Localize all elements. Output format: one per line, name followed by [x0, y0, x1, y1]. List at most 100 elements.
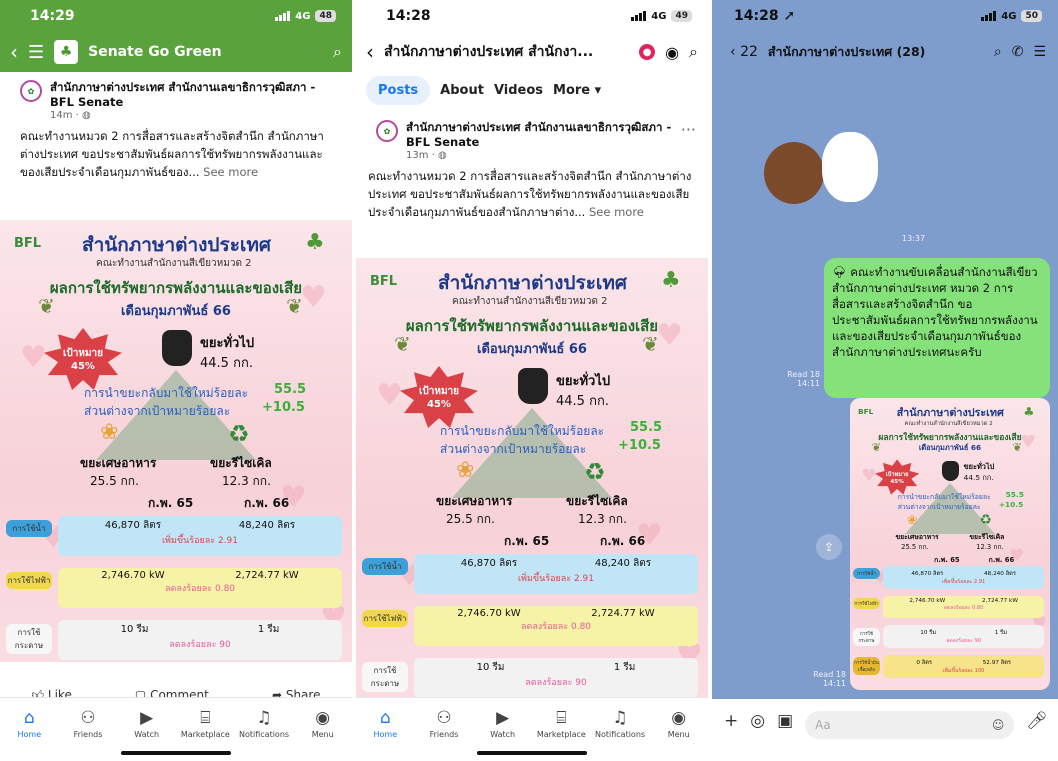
tab-marketplace[interactable]: ⌸ Marketplace	[532, 709, 591, 739]
more-options-icon[interactable]: ···	[681, 120, 696, 161]
microphone-icon[interactable]: 🎤︎	[1026, 711, 1048, 731]
tab-notifications[interactable]: ♫ Notifications	[591, 709, 650, 739]
resource-values: 46,870 ลิตร 48,240 ลิตร	[66, 518, 334, 533]
target-value: 45%	[427, 399, 451, 410]
column-feb-66: ก.พ. 66	[988, 555, 1015, 564]
tab-notifications[interactable]: ♫ Notifications	[235, 709, 294, 739]
poster-subtitle: คณะทำงานสำนักงานสีเขียวหมวด 2	[904, 421, 993, 428]
menu-icon[interactable]: ☰	[1033, 44, 1046, 60]
brown-bear-sticker	[764, 142, 824, 204]
see-more-link[interactable]: See more	[589, 205, 644, 219]
change-note: เพิ่มขึ้นร้อยละ 2.91	[161, 536, 238, 546]
food-waste-value: 25.5 กก.	[90, 474, 139, 488]
tab-friends[interactable]: ⚇ Friends	[59, 709, 118, 739]
page-title: สำนักภาษาต่างประเทศ สำนักงา...	[384, 44, 594, 60]
camera-icon[interactable]: ◎	[750, 711, 765, 731]
post-author[interactable]: สำนักภาษาต่างประเทศ สำนักงานเลขาธิการวุฒ…	[50, 80, 340, 110]
page-tab-3[interactable]: More ▾	[553, 83, 601, 98]
tab-label: Marketplace	[180, 730, 230, 739]
bottom-tab-bar: ⌂ Home ⚇ Friends ▶ Watch ⌸ Marketplace ♫ Notifica…	[0, 697, 352, 743]
tab-watch[interactable]: ▶ Watch	[117, 709, 176, 739]
group-avatar[interactable]: ♣	[54, 40, 79, 64]
value-2023: 48,240 ลิตร	[238, 520, 296, 531]
group-name[interactable]: Senate Go Green	[88, 44, 323, 60]
back-button[interactable]: ‹ 22	[730, 44, 758, 60]
search-icon[interactable]: ⌕	[689, 42, 698, 62]
notification-badge[interactable]: ●	[639, 44, 656, 60]
tab-home[interactable]: ⌂ Home	[356, 709, 415, 739]
menu-icon[interactable]: ☰	[28, 42, 44, 63]
image-icon[interactable]: ▣	[777, 711, 793, 731]
tab-menu[interactable]: ◉ Menu	[293, 709, 352, 739]
see-more-link[interactable]: See more	[203, 165, 258, 179]
resource-tag-label: การใช้น้ำมันเชื้อเพลิง	[854, 661, 879, 674]
messenger-icon[interactable]: ◉	[665, 43, 679, 62]
tab-watch[interactable]: ▶ Watch	[473, 709, 532, 739]
post-time: 14m · ◍	[50, 110, 91, 121]
chat-message-text: คณะทำงานขับเคลื่อนสำนักงานสีเขียว สำนักภ…	[832, 265, 1038, 359]
resource-values: 10 รีม 1 รีม	[891, 627, 1036, 637]
value-2023: 1 รีม	[613, 662, 636, 673]
target-label: เป้าหมาย	[885, 471, 909, 478]
food-waste-value: 25.5 กก.	[446, 512, 495, 526]
resource-tag-label: การใช้ไฟฟ้า	[7, 576, 51, 585]
status-bar: 14:28 4G 49	[356, 0, 708, 32]
sticker-message[interactable]	[764, 124, 894, 224]
share-icon[interactable]: ⇪	[816, 534, 842, 560]
battery: 49	[671, 10, 692, 22]
infographic-image[interactable]: ♥♥♥♥♥♥BFL♣สำนักภาษาต่างประเทศคณะทำงานสำน…	[356, 258, 708, 698]
cony-bunny-sticker	[822, 132, 878, 202]
resource-values: 46,870 ลิตร 48,240 ลิตร	[891, 568, 1036, 578]
page-tab-1[interactable]: About	[440, 83, 484, 98]
heart-decoration: ♥	[376, 378, 403, 413]
search-icon[interactable]: ⌕	[994, 44, 1002, 60]
resource-tag: การใช้กระดาษ	[853, 627, 880, 646]
back-icon[interactable]: ‹	[10, 40, 18, 64]
page-tab-2[interactable]: Videos	[494, 83, 543, 98]
watch-icon: ▶	[140, 708, 154, 728]
resource-values: 0 ลิตร 52.97 ลิตร	[891, 657, 1036, 667]
tab-friends[interactable]: ⚇ Friends	[415, 709, 474, 739]
phone-icon[interactable]: ✆	[1012, 44, 1024, 60]
target-text: เป้าหมาย 45%	[886, 469, 909, 485]
back-icon[interactable]: ‹	[366, 40, 374, 64]
page-tab-0[interactable]: Posts	[366, 75, 431, 105]
battery: 50	[1021, 10, 1042, 22]
tab-label: Marketplace	[536, 730, 586, 739]
value-2022: 10 รีม	[476, 662, 505, 673]
message-input[interactable]: Aa ☺	[805, 711, 1015, 739]
resource-tag: การใช้น้ำ	[853, 568, 880, 580]
infographic-image-message[interactable]: ♥♥♥♥♥♥BFL♣สำนักภาษาต่างประเทศคณะทำงานสำน…	[850, 398, 1050, 690]
resource-row: 10 รีม 1 รีม ลดลงร้อยละ 90	[882, 625, 1045, 648]
column-feb-66: ก.พ. 66	[244, 496, 290, 510]
bottom-tab-bar: ⌂ Home ⚇ Friends ▶ Watch ⌸ Marketplace ♫ Notifica…	[356, 697, 708, 743]
post-text: คณะทำงานหมวด 2 การสื่อสารและสร้างจิตสำนึ…	[0, 125, 352, 181]
heart-decoration: ♥	[861, 466, 877, 487]
chat-message-bubble[interactable]: 🌳︎ คณะทำงานขับเคลื่อนสำนักงานสีเขียว สำน…	[824, 258, 1050, 398]
trash-bag-icon	[518, 368, 548, 404]
page-avatar[interactable]: ✿	[376, 120, 398, 142]
clock: 14:29	[30, 8, 75, 24]
tab-menu[interactable]: ◉ Menu	[649, 709, 708, 739]
value-2022: 10 รีม	[920, 630, 937, 637]
infographic-image[interactable]: ♥♥♥♥♥♥BFL♣สำนักภาษาต่างประเทศคณะทำงานสำน…	[0, 220, 352, 662]
food-icon: ❀	[456, 458, 475, 483]
emoji-icon[interactable]: ☺	[992, 718, 1005, 732]
post-time: 13m · ◍	[406, 150, 447, 161]
tree-icon: ♣	[1023, 403, 1035, 419]
tab-marketplace[interactable]: ⌸ Marketplace	[176, 709, 235, 739]
plus-icon[interactable]: +	[724, 711, 738, 731]
marketplace-icon: ⌸	[200, 708, 211, 728]
read-label-1: Read 18	[787, 370, 820, 379]
tab-home[interactable]: ⌂ Home	[0, 709, 59, 739]
tab-label: Watch	[490, 730, 516, 739]
value-2022: 46,870 ลิตร	[104, 520, 162, 531]
home-icon: ⌂	[23, 708, 35, 728]
page-avatar[interactable]: ✿	[20, 80, 42, 102]
recycle-waste-label: ขยะรีไซเคิล	[566, 494, 628, 508]
poster-subtitle: คณะทำงานสำนักงานสีเขียวหมวด 2	[452, 296, 608, 307]
search-icon[interactable]: ⌕	[333, 42, 342, 62]
post-author[interactable]: สำนักภาษาต่างประเทศ สำนักงานเลขาธิการวุฒ…	[406, 120, 673, 150]
resource-tag-label: การใช้น้ำ	[12, 524, 46, 533]
tab-label: Watch	[134, 730, 160, 739]
